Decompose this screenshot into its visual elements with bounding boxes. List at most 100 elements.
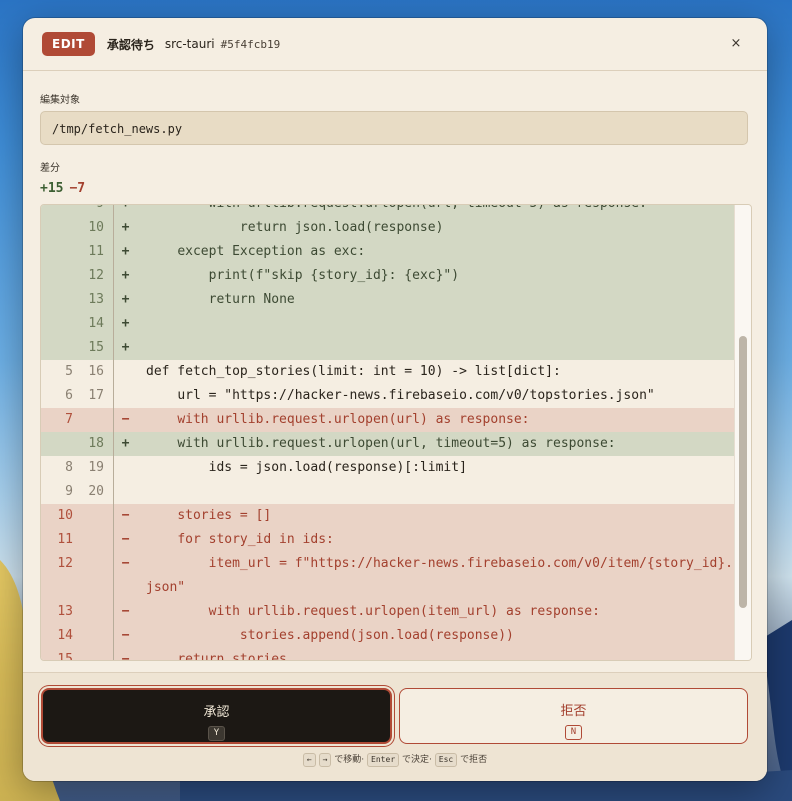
diff-line-add: 14 +: [41, 312, 735, 336]
added-count: +15: [40, 181, 64, 196]
code-text: except Exception as exc:: [146, 244, 366, 259]
old-line-number: 7: [65, 412, 73, 427]
new-line-number: 17: [73, 384, 114, 408]
new-line-number: 15: [73, 336, 114, 360]
new-line-number: [73, 504, 114, 528]
diff-scrollbar[interactable]: [734, 205, 751, 660]
diff-line-del: 10 − stories = []: [41, 504, 735, 528]
new-line-number: [73, 648, 114, 660]
diff-marker: +: [121, 436, 130, 451]
diff-line-ctx: 5 16 def fetch_top_stories(limit: int = 10…: [41, 360, 735, 384]
diff-marker: +: [121, 316, 130, 331]
close-button[interactable]: ×: [727, 34, 745, 54]
code-text: for story_id in ids:: [146, 532, 334, 547]
diff-marker: −: [121, 556, 130, 571]
diff-marker: +: [121, 220, 130, 235]
hint-reject: で拒否: [460, 755, 488, 765]
scrollbar-thumb[interactable]: [739, 336, 747, 608]
approve-shortcut: Y: [207, 726, 226, 741]
diff-line-del: 7 − with urllib.request.urlopen(url) as r…: [41, 408, 735, 432]
diff-line-add: 9+ with urllib.request.urlopen(url, time…: [41, 205, 735, 216]
code-text: with urllib.request.urlopen(url) as resp…: [146, 412, 530, 427]
arrow-right-key: →: [318, 753, 332, 767]
old-line-number: 15: [57, 652, 73, 661]
old-line-number: 5: [65, 364, 73, 379]
diff-stats: +15 −7: [40, 181, 85, 196]
diff-marker: [114, 384, 137, 408]
new-line-number: 12: [73, 264, 114, 288]
code-text: ids = json.load(response)[:limit]: [146, 460, 467, 475]
diff-marker: [114, 480, 137, 504]
dialog-header: EDIT 承認待ち src-tauri #5f4fcb19 ×: [23, 18, 767, 71]
hint-decide: で決定·: [402, 755, 432, 765]
old-line-number: [41, 240, 73, 264]
code-text: return stories: [146, 652, 287, 661]
code-text: def fetch_top_stories(limit: int = 10) -…: [146, 364, 561, 379]
reject-button[interactable]: 拒否 N: [399, 688, 748, 744]
old-line-number: 14: [57, 628, 73, 643]
diff-marker: [114, 456, 137, 480]
diff-marker: −: [121, 604, 130, 619]
old-line-number: [41, 312, 73, 336]
diff-marker: +: [121, 244, 130, 259]
new-line-number: [73, 528, 114, 552]
code-text: stories = []: [146, 508, 272, 523]
old-line-number: 12: [57, 556, 73, 571]
target-path-field: /tmp/fetch_news.py: [40, 111, 748, 145]
new-line-number: 11: [73, 240, 114, 264]
diff-marker: −: [121, 628, 130, 643]
reject-shortcut: N: [564, 725, 583, 740]
new-line-number: 10: [73, 216, 114, 240]
repo-name: src-tauri: [164, 37, 215, 51]
code-text: item_url = f"https://hacker-news.firebas…: [146, 556, 734, 595]
code-text: return None: [146, 292, 295, 307]
new-line-number: [73, 552, 114, 600]
diff-line-del: 13 − with urllib.request.urlopen(item_url…: [41, 600, 735, 624]
new-line-number: 9: [73, 205, 114, 216]
old-line-number: 11: [57, 532, 73, 547]
code-text: stories.append(json.load(response)): [146, 628, 514, 643]
reject-label: 拒否: [560, 704, 587, 719]
dialog-footer: 承認 Y 拒否 N ← → で移動· Enter で決定· Esc で拒否: [23, 672, 767, 781]
new-line-number: [73, 408, 114, 432]
diff-line-del: 12 − item_url = f"https://hacker-news.fir…: [41, 552, 735, 600]
old-line-number: 8: [65, 460, 73, 475]
diff-line-add: 18 + with urllib.request.urlopen(url, tim…: [41, 432, 735, 456]
diff-lines: 9+ with urllib.request.urlopen(url, time…: [41, 205, 735, 661]
commit-id: #5f4fcb19: [220, 37, 281, 51]
diff-marker: −: [121, 412, 130, 427]
diff-marker: −: [121, 532, 130, 547]
diff-marker: +: [121, 268, 130, 283]
diff-line-add: 10 + return json.load(response): [41, 216, 735, 240]
diff-viewer[interactable]: 9+ with urllib.request.urlopen(url, time…: [40, 204, 752, 661]
old-line-number: 10: [57, 508, 73, 523]
esc-key: Esc: [434, 753, 458, 767]
approve-button[interactable]: 承認 Y: [41, 688, 392, 744]
old-line-number: 13: [57, 604, 73, 619]
diff-marker: +: [114, 205, 137, 216]
action-badge: EDIT: [42, 32, 95, 56]
diff-label: 差分: [40, 163, 60, 174]
code-text: with urllib.request.urlopen(item_url) as…: [146, 604, 600, 619]
code-text: url = "https://hacker-news.firebaseio.co…: [146, 388, 655, 403]
target-label: 編集対象: [40, 95, 80, 106]
old-line-number: [41, 288, 73, 312]
approval-dialog: EDIT 承認待ち src-tauri #5f4fcb19 × 編集対象 /tm…: [23, 18, 767, 781]
old-line-number: [41, 264, 73, 288]
diff-line-ctx: 9 20: [41, 480, 735, 504]
removed-count: −7: [69, 181, 86, 196]
diff-line-add: 11 + except Exception as exc:: [41, 240, 735, 264]
status-label: 承認待ち: [106, 37, 155, 52]
new-line-number: 16: [73, 360, 114, 384]
diff-line-del: 15 − return stories: [41, 648, 735, 661]
close-icon: ×: [730, 36, 742, 51]
diff-line-del: 14 − stories.append(json.load(response)): [41, 624, 735, 648]
new-line-number: 14: [73, 312, 114, 336]
old-line-number: [41, 336, 73, 360]
enter-key: Enter: [367, 753, 400, 767]
new-line-number: [73, 600, 114, 624]
diff-line-add: 15 +: [41, 336, 735, 360]
diff-marker: [114, 360, 137, 384]
new-line-number: 19: [73, 456, 114, 480]
